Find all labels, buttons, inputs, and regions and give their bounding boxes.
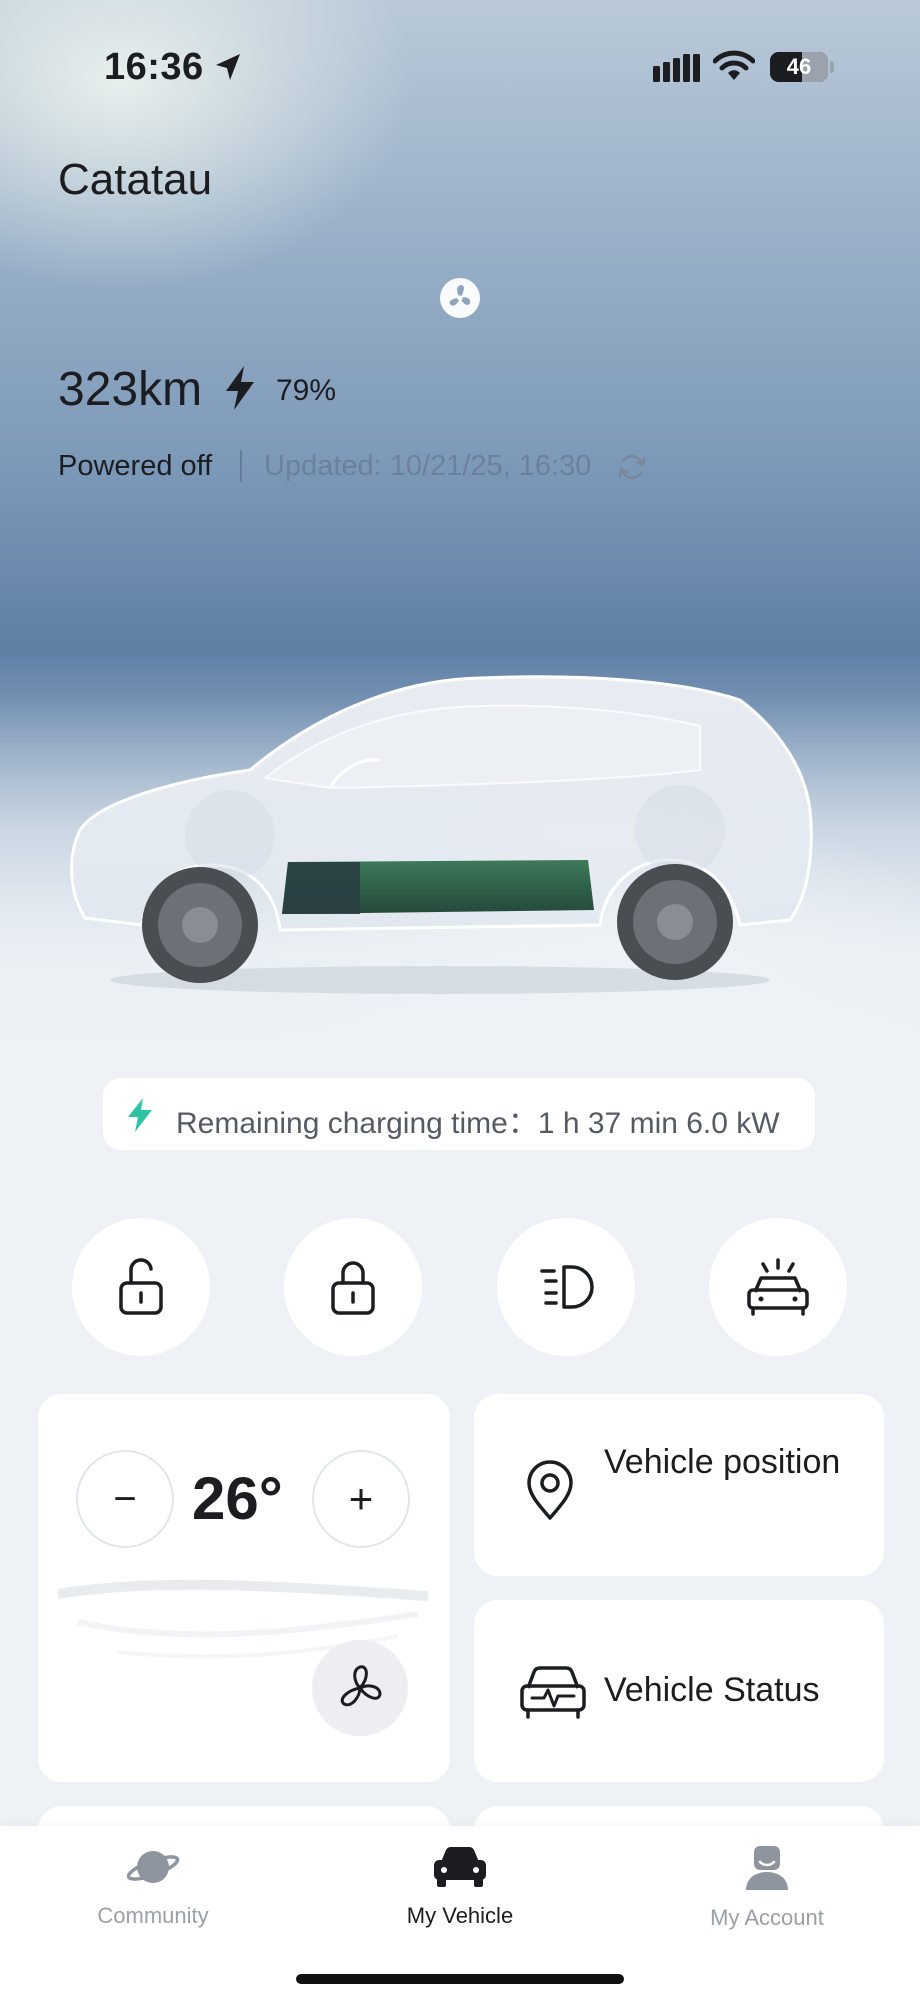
headlights-button[interactable] [497, 1218, 635, 1356]
tab-my-account[interactable]: My Account [647, 1844, 887, 1931]
charging-info-pill: Remaining charging time：1 h 37 min 6.0 k… [103, 1078, 815, 1150]
refresh-icon[interactable] [617, 452, 647, 482]
location-arrow-icon [216, 54, 240, 80]
headlight-icon [540, 1265, 594, 1309]
car-diagnostics-icon [520, 1666, 586, 1719]
status-divider [240, 450, 242, 482]
vehicle-illustration [70, 675, 813, 994]
temperature-readout: 26° [192, 1465, 283, 1532]
find-car-button[interactable] [709, 1218, 847, 1356]
range-readout: 323km [58, 363, 203, 416]
planet-icon [126, 1851, 180, 1883]
charging-bolt-icon [226, 366, 254, 410]
minus-icon: − [113, 1477, 137, 1521]
unlocked-padlock-icon [119, 1258, 163, 1315]
unlock-button[interactable] [72, 1218, 210, 1356]
home-indicator [296, 1974, 624, 1984]
temp-decrease-button[interactable]: − [76, 1450, 174, 1548]
cellular-signal-icon [653, 54, 700, 82]
charging-bolt-icon [128, 1098, 152, 1132]
vehicle-position-label: Vehicle position [604, 1443, 841, 1481]
vehicle-name[interactable]: Catatau [58, 155, 212, 205]
climate-card: − 26° + [38, 1394, 450, 1782]
map-pin-icon [527, 1460, 573, 1520]
battery-percent: 79% [276, 374, 337, 407]
car-alert-icon [747, 1258, 809, 1316]
lock-button[interactable] [284, 1218, 422, 1356]
battery-icon: 46 [770, 52, 828, 82]
fan-icon [340, 1665, 382, 1707]
tab-community[interactable]: Community [33, 1844, 273, 1929]
vehicle-position-card[interactable]: Vehicle position [474, 1394, 884, 1576]
padlock-icon [331, 1261, 375, 1315]
power-state: Powered off [58, 450, 213, 482]
temp-increase-button[interactable]: + [312, 1450, 410, 1548]
plus-icon: + [348, 1475, 374, 1522]
vehicle-status-card[interactable]: Vehicle Status [474, 1600, 884, 1782]
tab-label-my-vehicle: My Vehicle [406, 1903, 514, 1928]
tab-my-vehicle[interactable]: My Vehicle [340, 1844, 580, 1929]
car-icon [434, 1847, 486, 1887]
battery-nub [830, 61, 834, 73]
wifi-icon [713, 50, 755, 80]
tab-label-community: Community [97, 1903, 209, 1928]
status-time: 16:36 [104, 46, 204, 88]
charging-time-text: Remaining charging time：1 h 37 min 6.0 k… [176, 1107, 780, 1140]
tab-label-my-account: My Account [710, 1905, 824, 1930]
user-icon [746, 1846, 788, 1890]
vehicle-status-label: Vehicle Status [604, 1671, 820, 1709]
updated-timestamp: Updated: 10/21/25, 16:30 [264, 450, 592, 482]
climate-fan-icon [440, 278, 480, 318]
fan-button[interactable] [312, 1640, 408, 1736]
